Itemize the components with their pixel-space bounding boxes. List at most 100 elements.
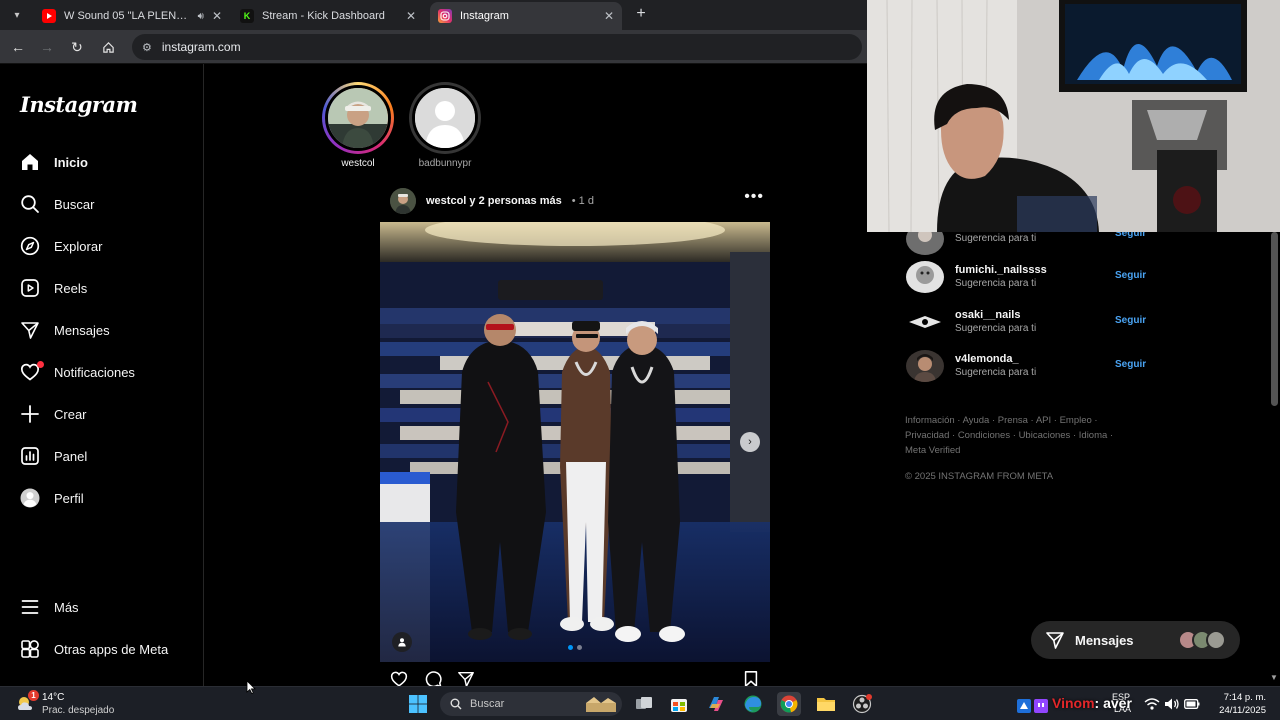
tray-app-icon[interactable]: [1034, 699, 1048, 713]
file-explorer-icon[interactable]: [814, 692, 838, 716]
chrome-browser-icon[interactable]: [777, 692, 801, 716]
footer-link[interactable]: Ubicaciones: [1019, 430, 1071, 441]
suggestion-avatar[interactable]: [906, 350, 944, 382]
task-view-icon[interactable]: [632, 692, 656, 716]
tab-title: W Sound 05 "LA PLENA" - B: [64, 10, 190, 22]
nav-item-mensajes[interactable]: Mensajes: [20, 318, 110, 342]
new-tab-icon[interactable]: +: [632, 5, 650, 23]
post-options-icon[interactable]: •••: [744, 188, 764, 206]
compass-icon: [20, 236, 40, 256]
suggestion-username[interactable]: osaki__nails: [955, 309, 1020, 321]
nav-label: Panel: [54, 448, 88, 464]
nav-label: Explorar: [54, 238, 103, 254]
weather-badge: 1: [28, 690, 39, 701]
nav-item-crear[interactable]: Crear: [20, 402, 87, 426]
plus-icon: [20, 404, 40, 424]
obs-studio-icon[interactable]: [850, 692, 874, 716]
footer-link[interactable]: Prensa: [998, 415, 1028, 426]
battery-icon[interactable]: [1184, 698, 1200, 710]
suggestion-subtitle: Sugerencia para ti: [955, 367, 1037, 378]
home-browser-icon[interactable]: [99, 38, 117, 56]
story-badbunnypr[interactable]: badbunnypr: [400, 82, 490, 169]
nav-item-panel[interactable]: Panel: [20, 444, 87, 468]
weather-widget[interactable]: 1 14°C Prac. despejado: [14, 690, 144, 717]
scroll-down-arrow-icon[interactable]: ▼: [1270, 673, 1278, 682]
back-arrow-icon[interactable]: ←: [9, 38, 27, 56]
close-tab-icon[interactable]: ✕: [406, 9, 416, 23]
profile-avatar: [20, 488, 40, 508]
mouse-cursor-icon: [246, 680, 256, 694]
nav-item-meta-apps[interactable]: Otras apps de Meta: [20, 637, 168, 661]
nav-label: Buscar: [54, 196, 95, 212]
carousel-dots: [568, 645, 582, 650]
suggestion-username[interactable]: v4lemonda_: [955, 353, 1019, 365]
nav-item-buscar[interactable]: Buscar: [20, 192, 94, 216]
post-image[interactable]: ›: [380, 222, 770, 662]
widgets-store-icon[interactable]: [667, 692, 691, 716]
tab-youtube[interactable]: W Sound 05 "LA PLENA" - B 🔊︎ ✕: [34, 2, 230, 30]
follow-button[interactable]: Seguir: [1115, 359, 1146, 370]
tab-instagram[interactable]: Instagram ✕: [430, 2, 622, 30]
footer-link[interactable]: Empleo: [1060, 415, 1092, 426]
footer-link[interactable]: API: [1036, 415, 1051, 426]
address-bar-row: ← → ↻ ⚙︎ instagram.com: [0, 30, 868, 64]
nav-label: Inicio: [54, 154, 88, 170]
close-tab-icon[interactable]: ✕: [212, 9, 222, 23]
story-username: badbunnypr: [418, 158, 472, 169]
footer-link[interactable]: Idioma: [1079, 430, 1108, 441]
nav-item-mas[interactable]: Más: [20, 595, 79, 619]
url-input[interactable]: ⚙︎ instagram.com: [132, 34, 862, 60]
suggestion-avatar[interactable]: [906, 261, 944, 293]
avatar: [1206, 630, 1226, 650]
messages-pill-button[interactable]: Mensajes: [1031, 621, 1240, 659]
suggestion-row: v4lemonda_ Sugerencia para ti Seguir: [906, 350, 1146, 384]
nav-item-inicio[interactable]: Inicio: [20, 150, 88, 174]
story-username: westcol: [341, 158, 375, 169]
weather-temp: 14°C: [42, 692, 65, 703]
follow-button[interactable]: Seguir: [1115, 315, 1146, 326]
tray-app-icon[interactable]: [1017, 699, 1031, 713]
nav-label: Crear: [54, 406, 87, 422]
edge-browser-icon[interactable]: [741, 692, 765, 716]
carousel-next-icon[interactable]: ›: [740, 432, 760, 452]
scrollbar-thumb[interactable]: [1271, 232, 1278, 406]
footer-link[interactable]: Condiciones: [958, 430, 1010, 441]
close-tab-icon[interactable]: ✕: [604, 9, 614, 23]
speaker-icon[interactable]: 🔊︎: [198, 11, 204, 22]
follow-button[interactable]: Seguir: [1115, 270, 1146, 281]
nav-item-perfil[interactable]: Perfil: [20, 486, 84, 510]
footer-link[interactable]: Meta Verified: [905, 445, 960, 456]
wifi-icon[interactable]: [1144, 697, 1160, 711]
post-author-avatar[interactable]: [390, 188, 416, 214]
page-scrollbar[interactable]: ▼: [1268, 232, 1280, 686]
tab-search-chevron-icon[interactable]: ▾: [8, 6, 26, 24]
home-icon: [20, 152, 40, 172]
system-clock[interactable]: 7:14 p. m. 24/11/2025: [1214, 691, 1266, 717]
instagram-favicon-icon: [438, 9, 452, 23]
nav-item-notificaciones[interactable]: Notificaciones: [20, 360, 135, 384]
post-author-name[interactable]: westcol y 2 personas más: [426, 195, 562, 207]
reload-icon[interactable]: ↻: [68, 38, 86, 56]
footer-link[interactable]: Información: [905, 415, 955, 426]
send-icon: [20, 320, 40, 340]
footer-link[interactable]: Ayuda: [963, 415, 990, 426]
instagram-logo[interactable]: Instagram: [20, 92, 138, 117]
story-westcol[interactable]: westcol: [313, 82, 403, 169]
weather-condition: Prac. despejado: [42, 705, 115, 716]
footer-link[interactable]: Privacidad: [905, 430, 949, 441]
suggestion-username[interactable]: fumichi._nailssss: [955, 264, 1047, 276]
forward-arrow-icon[interactable]: →: [38, 38, 56, 56]
tab-kick[interactable]: K Stream - Kick Dashboard ✕: [232, 2, 424, 30]
suggestion-subtitle: Sugerencia para ti: [955, 278, 1037, 289]
tagged-user-icon[interactable]: [392, 632, 412, 652]
suggestion-avatar[interactable]: [906, 306, 944, 338]
url-text: instagram.com: [161, 40, 241, 54]
send-icon: [1046, 632, 1064, 649]
taskbar-search-input[interactable]: Buscar: [440, 692, 622, 716]
volume-icon[interactable]: [1164, 697, 1180, 711]
nav-item-reels[interactable]: Reels: [20, 276, 87, 300]
nav-item-explorar[interactable]: Explorar: [20, 234, 102, 258]
site-settings-icon[interactable]: ⚙︎: [142, 41, 152, 54]
windows-start-icon[interactable]: [406, 692, 430, 716]
copilot-icon[interactable]: [704, 692, 728, 716]
